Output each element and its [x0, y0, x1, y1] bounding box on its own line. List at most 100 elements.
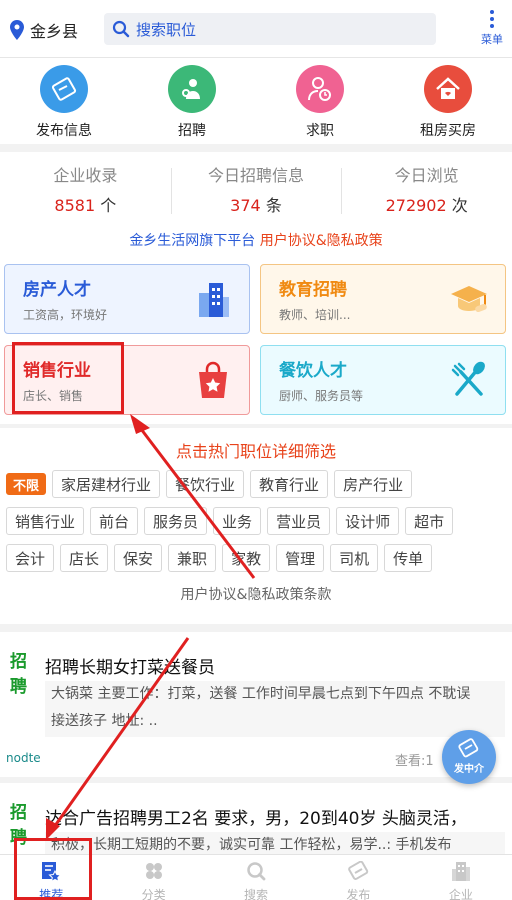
quick-label: 发布信息 [36, 123, 92, 139]
quick-label: 租房买房 [420, 123, 476, 139]
job-desc-line: 接送孩子 地址: .. [51, 713, 158, 729]
nav-label: 搜索 [244, 888, 269, 900]
job-title: 达合广告招聘男工2名 要求，男，20到40岁 头脑灵活， [45, 809, 467, 829]
post-agency-fab[interactable]: 发中介 [442, 730, 496, 784]
location-pin-icon [10, 20, 24, 40]
tag-item[interactable]: 设计师 [336, 507, 400, 535]
tag-item[interactable]: 店长 [60, 544, 109, 572]
job-seek-icon [296, 65, 344, 113]
search-icon [247, 862, 266, 881]
tag-item[interactable]: 前台 [90, 507, 139, 535]
tag-item[interactable]: 营业员 [267, 507, 331, 535]
highlight-box-recommend [14, 838, 92, 900]
publish-icon [348, 860, 369, 880]
search-icon [112, 20, 130, 38]
edit-icon [458, 738, 479, 758]
tag-item[interactable]: 餐饮行业 [166, 470, 245, 498]
top-bar: 金乡县 搜索职位 菜单 [0, 0, 512, 58]
graduation-cap-icon [451, 286, 487, 313]
quick-actions: 发布信息 招聘 求职 租房买房 [0, 58, 512, 144]
tag-item[interactable]: 会计 [6, 544, 55, 572]
stat-unit: 次 [451, 196, 468, 215]
nav-company[interactable]: 企业 [410, 855, 512, 900]
job-desc-line: 积极，长期工短期的不要，诚实可靠 工作轻松，易学..: 手机发布 [51, 837, 452, 853]
tag-heading: 点击热门职位详细筛选 [175, 442, 336, 461]
stat-unit: 个 [100, 196, 117, 215]
quick-post-info[interactable]: 发布信息 [0, 58, 128, 144]
stat-today-views: 今日浏览 272902 次 [341, 162, 512, 230]
job-list: 招聘 招聘长期女打菜送餐员 大锅菜 主要工作：打菜，送餐 工作时间早晨七点到下午… [0, 632, 512, 854]
highlight-box-sales [12, 342, 124, 414]
quick-label: 求职 [306, 123, 334, 139]
stat-value: 8581 [54, 196, 96, 215]
job-title: 招聘长期女打菜送餐员 [45, 658, 215, 678]
divider [0, 777, 512, 783]
nav-label: 分类 [141, 888, 166, 900]
card-catering[interactable]: 餐饮人才 厨师、服务员等 [260, 345, 506, 415]
tag-row: 销售行业 前台 服务员 业务 营业员 设计师 超市 [6, 507, 454, 535]
nav-search[interactable]: 搜索 [205, 855, 307, 900]
recruit-icon [168, 65, 216, 113]
stat-title: 今日招聘信息 [208, 166, 305, 185]
stat-title: 企业收录 [53, 166, 118, 185]
category-icon [145, 863, 162, 879]
stat-value: 374 [230, 196, 261, 215]
tag-item[interactable]: 教育行业 [250, 470, 329, 498]
shopping-bag-icon [199, 361, 227, 398]
tag-item[interactable]: 超市 [405, 507, 454, 535]
edit-icon [40, 65, 88, 113]
building-icon [199, 283, 229, 317]
tag-row: 不限 家居建材行业 餐饮行业 教育行业 房产行业 [6, 470, 413, 498]
platform-text: 金乡生活网旗下平台 [129, 233, 256, 249]
nav-category[interactable]: 分类 [102, 855, 204, 900]
search-input[interactable]: 搜索职位 [104, 13, 436, 45]
job-source: nodte [6, 751, 41, 765]
stat-companies: 企业收录 8581 个 [0, 162, 171, 230]
stat-today-jobs: 今日招聘信息 374 条 [170, 162, 342, 230]
stat-value: 272902 [385, 196, 447, 215]
platform-line: 金乡生活网旗下平台 用户协议&隐私政策 [0, 230, 512, 252]
quick-label: 招聘 [178, 123, 206, 139]
search-placeholder: 搜索职位 [136, 20, 197, 39]
terms-link[interactable]: 用户协议&隐私政策条款 [0, 584, 512, 604]
card-real-estate[interactable]: 房产人才 工资高，环境好 [4, 264, 250, 334]
job-desc-line: 大锅菜 主要工作：打菜，送餐 工作时间早晨七点到下午四点 不耽误 [51, 686, 471, 702]
tag-item[interactable]: 家教 [222, 544, 271, 572]
nav-label: 企业 [448, 888, 473, 900]
quick-housing[interactable]: 租房买房 [384, 58, 512, 144]
tag-item[interactable]: 兼职 [168, 544, 217, 572]
menu-label: 菜单 [481, 33, 503, 46]
tag-item[interactable]: 传单 [384, 544, 433, 572]
tag-item[interactable]: 服务员 [144, 507, 208, 535]
company-icon [451, 862, 470, 881]
tag-item[interactable]: 司机 [330, 544, 379, 572]
menu-button[interactable]: 菜单 [478, 10, 506, 47]
job-description: 大锅菜 主要工作：打菜，送餐 工作时间早晨七点到下午四点 不耽误 接送孩子 地址… [45, 681, 505, 737]
tag-item[interactable]: 管理 [276, 544, 325, 572]
tag-unlimited[interactable]: 不限 [6, 473, 47, 495]
fab-label: 发中介 [454, 764, 484, 775]
recruit-badge: 招聘 [10, 652, 27, 697]
tag-item[interactable]: 家居建材行业 [52, 470, 161, 498]
privacy-policy-link[interactable]: 用户协议&隐私政策 [260, 233, 383, 249]
job-tag-filter: 点击热门职位详细筛选 不限 家居建材行业 餐饮行业 教育行业 房产行业 销售行业… [0, 428, 512, 624]
stat-unit: 条 [265, 196, 282, 215]
house-icon [424, 65, 472, 113]
tag-item[interactable]: 销售行业 [6, 507, 85, 535]
quick-job-seek[interactable]: 求职 [256, 58, 384, 144]
tag-row: 会计 店长 保安 兼职 家教 管理 司机 传单 [6, 544, 433, 572]
fork-spoon-icon [451, 361, 485, 396]
location-label: 金乡县 [30, 22, 79, 41]
tag-item[interactable]: 业务 [213, 507, 262, 535]
job-views: 查看:1 [395, 754, 434, 769]
job-description: 积极，长期工短期的不要，诚实可靠 工作轻松，易学..: 手机发布 [45, 832, 505, 854]
more-dots-icon [478, 10, 506, 28]
nav-label: 发布 [346, 888, 371, 900]
quick-recruit[interactable]: 招聘 [128, 58, 256, 144]
nav-publish[interactable]: 发布 [307, 855, 409, 900]
tag-item[interactable]: 保安 [114, 544, 163, 572]
stat-title: 今日浏览 [394, 166, 459, 185]
location-selector[interactable]: 金乡县 [10, 18, 78, 42]
tag-item[interactable]: 房产行业 [334, 470, 413, 498]
card-education[interactable]: 教育招聘 教师、培训... [260, 264, 506, 334]
